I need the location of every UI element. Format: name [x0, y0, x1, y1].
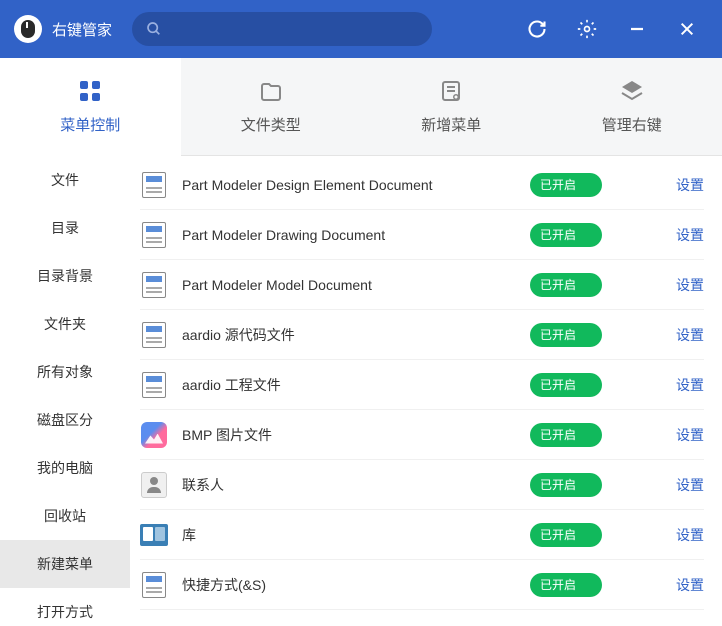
- sidebar-item[interactable]: 文件: [0, 156, 130, 204]
- toggle-track: [620, 176, 642, 194]
- settings-button[interactable]: [576, 18, 598, 40]
- sidebar-item[interactable]: 新建菜单: [0, 540, 130, 588]
- sidebar-item[interactable]: 我的电脑: [0, 444, 130, 492]
- list-row: 快捷方式(&S) 已开启 设置: [140, 560, 704, 610]
- sidebar-item[interactable]: 打开方式: [0, 588, 130, 626]
- doc-icon: [140, 271, 168, 299]
- minimize-button[interactable]: [626, 18, 648, 40]
- sidebar: 文件目录目录背景文件夹所有对象磁盘区分我的电脑回收站新建菜单打开方式IE右键: [0, 156, 130, 626]
- toggle-track: [620, 276, 642, 294]
- tab-label: 管理右键: [602, 114, 662, 135]
- toggle-track: [620, 226, 642, 244]
- row-label: Part Modeler Design Element Document: [182, 177, 516, 193]
- list: Part Modeler Design Element Document已开启设…: [130, 156, 722, 626]
- row-label: 联系人: [182, 475, 516, 495]
- toggle-enabled[interactable]: 已开启: [530, 323, 602, 347]
- grid-icon: [77, 78, 103, 104]
- tabs: 菜单控制 文件类型 新增菜单 管理右键: [0, 58, 722, 156]
- tab-label: 菜单控制: [60, 114, 120, 135]
- layers-icon: [619, 78, 645, 104]
- list-row: Part Modeler Design Element Document 已开启 设…: [140, 160, 704, 210]
- app-logo: [14, 15, 42, 43]
- settings-link[interactable]: 设置: [676, 275, 704, 295]
- doc-icon: [140, 321, 168, 349]
- doc-icon: [140, 571, 168, 599]
- search-box[interactable]: [132, 12, 432, 46]
- app-title: 右键管家: [52, 19, 112, 40]
- row-label: aardio 源代码文件: [182, 325, 516, 345]
- list-row: 库已开启 设置: [140, 510, 704, 560]
- titlebar: 右键管家: [0, 0, 722, 58]
- toggle-enabled[interactable]: 已开启: [530, 223, 602, 247]
- toggle-track: [620, 426, 642, 444]
- sidebar-item[interactable]: 文件夹: [0, 300, 130, 348]
- toggle-track: [620, 376, 642, 394]
- toggle-enabled[interactable]: 已开启: [530, 573, 602, 597]
- doc-icon: [140, 371, 168, 399]
- bmp-icon: [140, 421, 168, 449]
- toggle-track: [620, 526, 642, 544]
- sidebar-item[interactable]: 目录背景: [0, 252, 130, 300]
- close-button[interactable]: [676, 18, 698, 40]
- content: 文件目录目录背景文件夹所有对象磁盘区分我的电脑回收站新建菜单打开方式IE右键 P…: [0, 156, 722, 626]
- row-label: Part Modeler Model Document: [182, 277, 516, 293]
- sidebar-item[interactable]: 回收站: [0, 492, 130, 540]
- settings-link[interactable]: 设置: [676, 575, 704, 595]
- settings-link[interactable]: 设置: [676, 225, 704, 245]
- sidebar-item[interactable]: 磁盘区分: [0, 396, 130, 444]
- toggle-track: [620, 576, 642, 594]
- list-row: Part Modeler Model Document 已开启 设置: [140, 260, 704, 310]
- tab-menu-control[interactable]: 菜单控制: [0, 58, 181, 155]
- list-row: BMP 图片文件已开启 设置: [140, 410, 704, 460]
- settings-link[interactable]: 设置: [676, 375, 704, 395]
- sidebar-item[interactable]: 所有对象: [0, 348, 130, 396]
- lib-icon: [140, 521, 168, 549]
- search-input[interactable]: [170, 21, 418, 37]
- document-plus-icon: [438, 78, 464, 104]
- settings-link[interactable]: 设置: [676, 425, 704, 445]
- tab-manage[interactable]: 管理右键: [542, 58, 722, 155]
- tab-add-menu[interactable]: 新增菜单: [361, 58, 542, 155]
- toggle-enabled[interactable]: 已开启: [530, 373, 602, 397]
- list-row: aardio 工程文件已开启 设置: [140, 360, 704, 410]
- settings-link[interactable]: 设置: [676, 525, 704, 545]
- tab-file-type[interactable]: 文件类型: [181, 58, 362, 155]
- row-label: BMP 图片文件: [182, 425, 516, 445]
- row-label: aardio 工程文件: [182, 375, 516, 395]
- list-row: Part Modeler Drawing Document 已开启 设置: [140, 210, 704, 260]
- folder-icon: [258, 78, 284, 104]
- toggle-enabled[interactable]: 已开启: [530, 523, 602, 547]
- doc-icon: [140, 171, 168, 199]
- sidebar-item[interactable]: 目录: [0, 204, 130, 252]
- doc-icon: [140, 221, 168, 249]
- search-icon: [146, 21, 162, 37]
- settings-link[interactable]: 设置: [676, 175, 704, 195]
- toggle-enabled[interactable]: 已开启: [530, 423, 602, 447]
- tab-label: 文件类型: [241, 114, 301, 135]
- toggle-enabled[interactable]: 已开启: [530, 173, 602, 197]
- contact-icon: [140, 471, 168, 499]
- settings-link[interactable]: 设置: [676, 475, 704, 495]
- tab-label: 新增菜单: [421, 114, 481, 135]
- row-label: 快捷方式(&S): [182, 575, 516, 595]
- toggle-track: [620, 326, 642, 344]
- toggle-track: [620, 476, 642, 494]
- refresh-button[interactable]: [526, 18, 548, 40]
- row-label: Part Modeler Drawing Document: [182, 227, 516, 243]
- toggle-enabled[interactable]: 已开启: [530, 273, 602, 297]
- row-label: 库: [182, 525, 516, 545]
- toggle-enabled[interactable]: 已开启: [530, 473, 602, 497]
- settings-link[interactable]: 设置: [676, 325, 704, 345]
- list-row: aardio 源代码文件已开启 设置: [140, 310, 704, 360]
- list-row: 联系人已开启 设置: [140, 460, 704, 510]
